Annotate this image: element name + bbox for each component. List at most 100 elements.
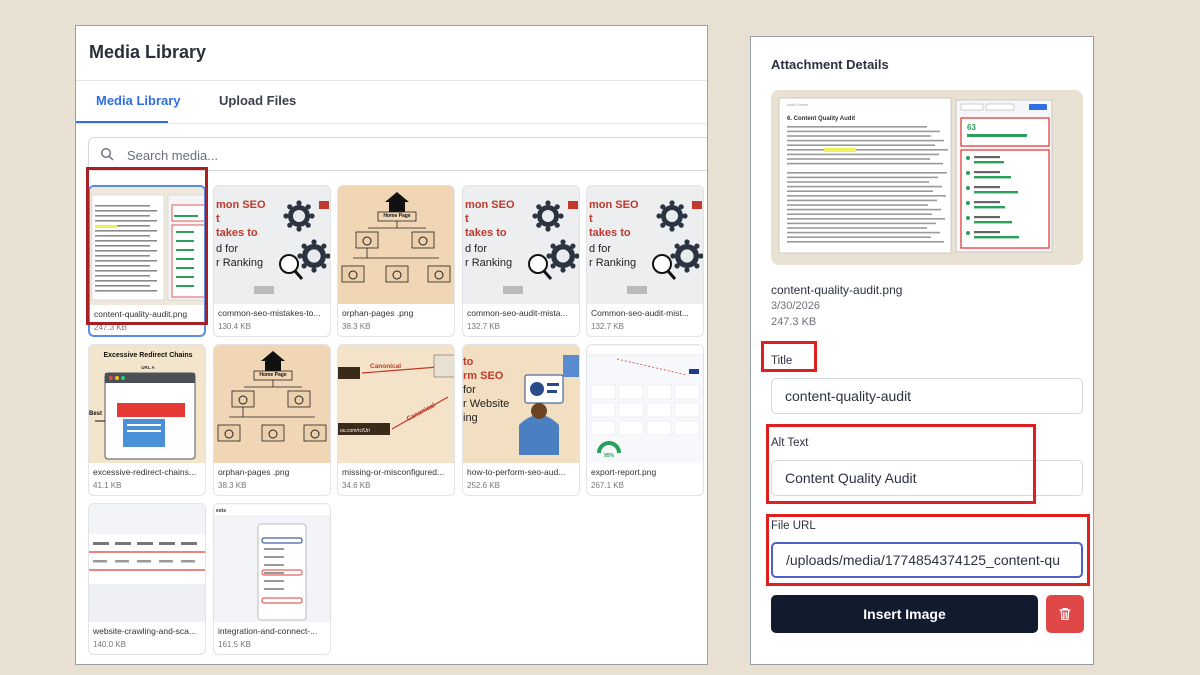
media-item-name: how-to-perform-seo-aud...	[467, 467, 566, 477]
media-item-size: 38.3 KB	[342, 322, 371, 331]
media-thumbnail: 95%	[587, 345, 703, 463]
trash-icon	[1059, 607, 1071, 621]
file-url-input[interactable]	[771, 542, 1083, 578]
alt-text-input[interactable]	[771, 460, 1083, 496]
media-item-size: 247.3 KB	[94, 323, 127, 332]
media-item[interactable]: Excessive Redirect Chains URL A Best excess…	[88, 344, 206, 496]
media-library-panel: Media Library Media Library Upload Files…	[75, 25, 708, 665]
media-item[interactable]: Canonical ou.com/rc/Uri Canonical missing-o…	[337, 344, 455, 496]
media-item[interactable]: ests integration-and-connect-... 161.5 KB	[213, 503, 331, 655]
tab-media-library[interactable]: Media Library	[96, 93, 181, 108]
media-thumbnail: mon SEO t takes to d for r Ranking	[463, 186, 579, 304]
media-thumbnail: ests	[214, 504, 330, 622]
file-size: 247.3 KB	[771, 316, 817, 328]
media-item-name: orphan-pages .png	[218, 467, 290, 477]
media-thumbnail	[90, 187, 204, 305]
media-item-name: website-crawling-and-sca...	[93, 626, 196, 636]
media-item[interactable]: mon SEO t takes to d for r Ranking Common-seo…	[586, 185, 704, 337]
media-item[interactable]: to rm SEO for r Website ing how-to-perform-se…	[462, 344, 580, 496]
thumb-text: mon SEO	[465, 199, 515, 211]
media-thumbnail: to rm SEO for r Website ing	[463, 345, 579, 463]
media-item[interactable]: Home Page orphan-pages .png 38.3 KB	[213, 344, 331, 496]
media-item[interactable]: mon SEO t takes to d for r Ranking common-seo…	[213, 185, 331, 337]
search-box[interactable]	[88, 137, 707, 171]
media-thumbnail	[89, 504, 205, 622]
thumb-text: Excessive Redirect Chains	[103, 352, 192, 359]
media-item-name: integration-and-connect-...	[218, 626, 318, 636]
search-icon	[100, 147, 114, 161]
image-preview: Audit Content 6. Content Quality Audit 6…	[771, 90, 1083, 265]
thumb-text: r Website	[463, 398, 509, 410]
thumb-text: r Ranking	[589, 257, 636, 269]
media-item-name: excessive-redirect-chains...	[93, 467, 196, 477]
thumb-text: Home Page	[383, 213, 410, 219]
media-item-size: 38.3 KB	[218, 481, 247, 490]
attachment-details-panel: Attachment Details Audit Content 6. Cont…	[750, 36, 1094, 665]
media-item-size: 130.4 KB	[218, 322, 251, 331]
thumb-text: d for	[589, 243, 611, 255]
thumb-text: 95%	[604, 453, 615, 459]
media-item-size: 132.7 KB	[467, 322, 500, 331]
svg-text:63: 63	[967, 123, 976, 132]
tab-upload-files[interactable]: Upload Files	[219, 93, 296, 108]
panel-title: Media Library	[89, 42, 207, 62]
divider	[76, 123, 707, 124]
media-item-size: 252.6 KB	[467, 481, 500, 490]
media-item-size: 34.6 KB	[342, 481, 371, 490]
thumb-text: r Ranking	[465, 257, 512, 269]
thumb-text: takes to	[465, 227, 507, 239]
thumb-text: takes to	[216, 227, 258, 239]
thumb-text: ing	[463, 412, 478, 424]
thumb-text: Canonical	[370, 363, 401, 370]
alt-text-label: Alt Text	[771, 437, 809, 449]
preview-heading: 6. Content Quality Audit	[787, 116, 855, 122]
thumb-text: t	[465, 213, 469, 225]
title-input[interactable]	[771, 378, 1083, 414]
media-item-size: 41.1 KB	[93, 481, 122, 490]
file-date: 3/30/2026	[771, 300, 820, 312]
media-item[interactable]: 95% export-report.png 267.1 KB	[586, 344, 704, 496]
thumb-text: rm SEO	[463, 370, 504, 382]
delete-button[interactable]	[1046, 595, 1084, 633]
thumb-text: mon SEO	[216, 199, 266, 211]
media-item-name: common-seo-audit-mista...	[467, 308, 568, 318]
thumb-text: r Ranking	[216, 257, 263, 269]
media-thumbnail: mon SEO t takes to d for r Ranking	[587, 186, 703, 304]
media-item-name: Common-seo-audit-mist...	[591, 308, 689, 318]
thumb-text: Home Page	[259, 372, 286, 378]
thumb-text: d for	[216, 243, 238, 255]
insert-image-button[interactable]: Insert Image	[771, 595, 1038, 633]
file-url-label: File URL	[771, 520, 816, 532]
thumb-text: URL A	[141, 365, 155, 370]
media-thumbnail: Home Page	[214, 345, 330, 463]
thumb-text: takes to	[589, 227, 631, 239]
media-item[interactable]: mon SEO t takes to d for r Ranking common-seo…	[462, 185, 580, 337]
divider	[76, 80, 707, 81]
thumb-text: t	[589, 213, 593, 225]
media-item-size: 267.1 KB	[591, 481, 624, 490]
thumb-text: ou.com/rc/Uri	[340, 428, 370, 434]
media-item[interactable]: Home Page orphan-pages .png 38.3 KB	[337, 185, 455, 337]
thumb-text: Best	[89, 411, 102, 417]
media-item-name: missing-or-misconfigured...	[342, 467, 445, 477]
thumb-text: to	[463, 356, 474, 368]
svg-text:Audit Content: Audit Content	[787, 103, 808, 107]
media-thumbnail: Excessive Redirect Chains URL A Best	[89, 345, 205, 463]
media-thumbnail: Canonical ou.com/rc/Uri Canonical	[338, 345, 454, 463]
thumb-text: for	[463, 384, 476, 396]
media-item-name: orphan-pages .png	[342, 308, 414, 318]
title-label: Title	[771, 355, 793, 367]
file-name: content-quality-audit.png	[771, 283, 903, 297]
thumb-text: d for	[465, 243, 487, 255]
media-item-size: 140.0 KB	[93, 640, 126, 649]
media-item[interactable]: website-crawling-and-sca... 140.0 KB	[88, 503, 206, 655]
thumb-text: t	[216, 213, 220, 225]
media-thumbnail: mon SEO t takes to d for r Ranking	[214, 186, 330, 304]
media-item-name: common-seo-mistakes-to...	[218, 308, 321, 318]
thumb-text: ests	[216, 508, 226, 514]
media-item-name: content-quality-audit.png	[94, 309, 188, 319]
media-item-size: 132.7 KB	[591, 322, 624, 331]
thumb-text: mon SEO	[589, 199, 639, 211]
search-input[interactable]	[125, 144, 689, 166]
media-item[interactable]: content-quality-audit.png 247.3 KB	[88, 185, 206, 337]
